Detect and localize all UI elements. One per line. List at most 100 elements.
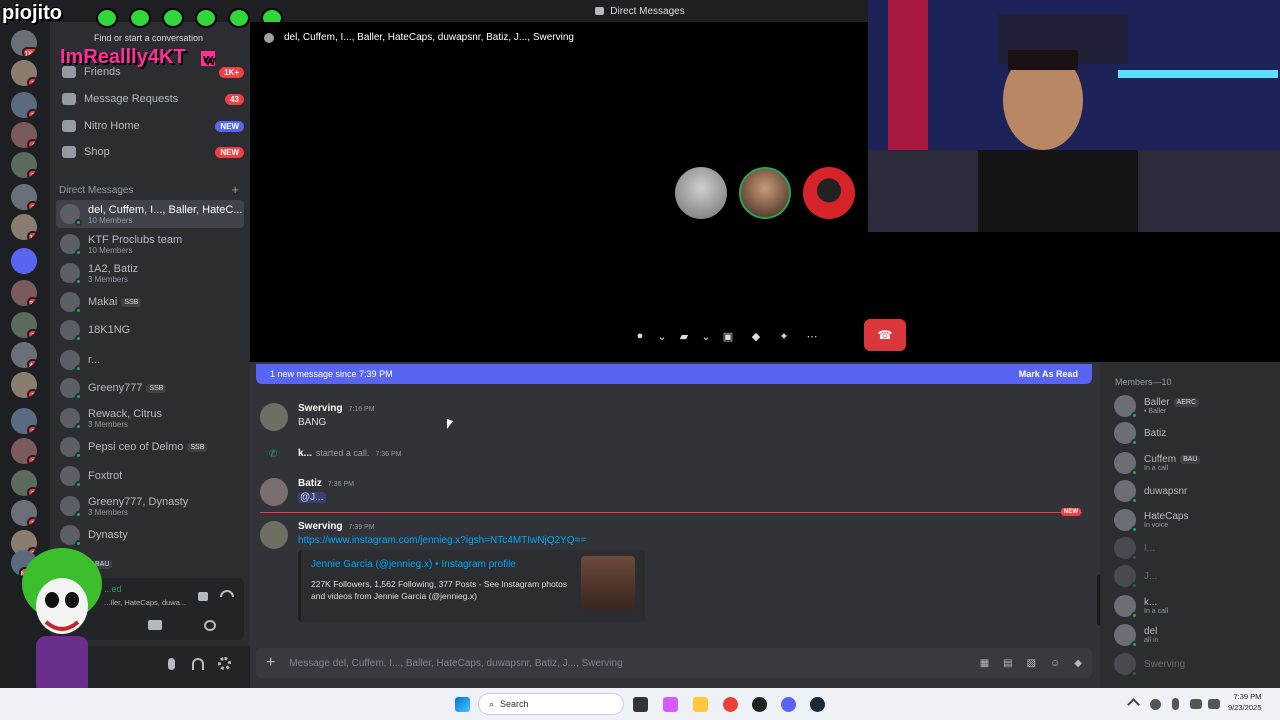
dm-item[interactable]: Greeny777 SSB	[56, 374, 244, 402]
end-call-button[interactable]: ☎	[864, 319, 906, 351]
task-view-icon[interactable]	[633, 697, 648, 712]
discord-taskbar-icon[interactable]	[781, 697, 796, 712]
camera-off-icon[interactable]: ▰	[670, 322, 698, 350]
member-item[interactable]: Cuffem BAU In a call	[1114, 450, 1274, 476]
embed-title-link[interactable]: Jennie Garcia (@jennieg.x) • Instagram p…	[311, 559, 516, 570]
dm-item[interactable]: del, Cuffem, I..., Baller, HateC... 10 Me…	[56, 200, 244, 228]
server-icon[interactable]: 1	[11, 60, 37, 86]
member-item[interactable]: duwapsnr	[1114, 478, 1274, 504]
apps-icon[interactable]: ◆	[1074, 658, 1082, 669]
headphones-icon[interactable]	[192, 658, 204, 670]
server-icon[interactable]: 7	[11, 312, 37, 338]
member-item[interactable]: HateCaps In voice	[1114, 507, 1274, 533]
noise-suppression-icon[interactable]	[198, 592, 208, 601]
server-icon[interactable]: 4	[11, 122, 37, 148]
sticker-icon[interactable]: ▧	[1027, 658, 1036, 669]
member-item[interactable]: del all in	[1114, 622, 1274, 648]
microphone-toggle-icon[interactable]: ●	[626, 322, 654, 350]
nav-message-requests[interactable]: Message Requests 43	[58, 87, 244, 111]
dm-item[interactable]: KTF Proclubs team 10 Members	[56, 230, 244, 258]
server-icon[interactable]: 2	[11, 92, 37, 118]
member-item[interactable]: k... In a call	[1114, 593, 1274, 619]
message-author[interactable]: Swerving	[298, 403, 342, 414]
mention[interactable]: @J...	[298, 492, 326, 503]
disconnect-icon[interactable]	[220, 590, 234, 597]
member-item[interactable]: I...	[1114, 535, 1274, 561]
nav-nitro-home[interactable]: Nitro Home NEW	[58, 114, 244, 138]
server-icon[interactable]: 3	[11, 152, 37, 178]
dm-item[interactable]: Greeny777, Dynasty 3 Members	[56, 492, 244, 520]
server-icon[interactable]: 1	[11, 372, 37, 398]
dm-item[interactable]: Rewack, Citrus 3 Members	[56, 404, 244, 432]
tray-microphone-icon[interactable]	[1172, 698, 1179, 710]
avatar[interactable]	[260, 403, 288, 431]
dm-item[interactable]: Makai SSB	[56, 288, 244, 316]
server-icon[interactable]: 1	[11, 500, 37, 526]
gift-icon[interactable]: ▦	[980, 658, 989, 669]
member-item[interactable]: Batiz	[1114, 420, 1274, 446]
server-icon[interactable]: 11	[11, 214, 37, 240]
server-icon[interactable]: 1	[11, 408, 37, 434]
wifi-icon[interactable]	[1190, 699, 1202, 709]
avatar[interactable]	[260, 478, 288, 506]
member-item[interactable]: Baller AERC • Baller	[1114, 393, 1274, 419]
tray-icon[interactable]	[1150, 699, 1161, 710]
windows-start-icon[interactable]	[455, 697, 470, 712]
chevron-down-icon[interactable]: ⌄	[654, 322, 670, 350]
emoji-icon[interactable]: ☺	[1050, 658, 1060, 669]
taskbar-clock[interactable]: 7:39 PM 9/23/2025	[1228, 691, 1261, 713]
taskbar-search[interactable]: ⌕ Search	[478, 693, 624, 715]
server-icon[interactable]: 1	[11, 438, 37, 464]
participant-avatar[interactable]	[803, 167, 855, 219]
message-author[interactable]: k...	[298, 448, 312, 459]
dm-item[interactable]: 1A2, Batiz 3 Members	[56, 259, 244, 287]
member-item[interactable]: J...	[1114, 563, 1274, 589]
message-author[interactable]: Swerving	[298, 521, 342, 532]
chevron-down-icon[interactable]: ⌄	[698, 322, 714, 350]
avatar	[1114, 624, 1138, 648]
server-icon[interactable]: 39	[11, 280, 37, 306]
message-link[interactable]: https://www.instagram.com/jennieg.x?igsh…	[298, 535, 586, 546]
message-input[interactable]: Message del, Cuffem, I..., Baller, HateC…	[289, 658, 622, 669]
message-composer[interactable]: + Message del, Cuffem, I..., Baller, Hat…	[256, 648, 1092, 678]
embed-thumbnail[interactable]	[581, 556, 635, 610]
participant-avatar[interactable]	[675, 167, 727, 219]
server-icon[interactable]: 1K+	[11, 30, 37, 56]
microphone-icon[interactable]	[168, 658, 175, 670]
member-item[interactable]: Swerving	[1114, 651, 1274, 677]
member-name: HateCaps	[1144, 511, 1188, 522]
more-icon[interactable]: ⋯	[798, 322, 826, 350]
server-icon[interactable]	[11, 248, 37, 274]
server-icon[interactable]: 3	[11, 470, 37, 496]
file-explorer-icon[interactable]	[693, 697, 708, 712]
soundboard-icon[interactable]: ✦	[770, 322, 798, 350]
steam-icon[interactable]	[810, 697, 825, 712]
app-icon[interactable]	[752, 697, 767, 712]
dm-item[interactable]: Pepsi ceo of Delmo SSB	[56, 433, 244, 461]
avatar[interactable]	[260, 521, 288, 549]
dm-item[interactable]: Foxtrot	[56, 462, 244, 490]
activity-icon[interactable]	[148, 620, 162, 630]
participant-avatar-speaking[interactable]	[739, 167, 791, 219]
server-icon[interactable]: 2	[11, 184, 37, 210]
copilot-icon[interactable]	[663, 697, 678, 712]
gear-icon[interactable]	[218, 657, 231, 670]
find-conversation-button[interactable]: Find or start a conversation	[94, 33, 203, 43]
nav-shop[interactable]: Shop NEW	[58, 140, 244, 164]
screen-share-icon[interactable]: ▣	[714, 322, 742, 350]
volume-icon[interactable]	[1208, 699, 1220, 709]
dm-member-count: 3 Members	[88, 274, 129, 284]
chrome-icon[interactable]	[723, 697, 738, 712]
add-dm-button[interactable]: +	[231, 183, 239, 196]
add-attachment-icon[interactable]: +	[266, 654, 275, 672]
soundboard-icon[interactable]	[204, 620, 216, 631]
gif-icon[interactable]: ▤	[1003, 658, 1012, 669]
dm-item[interactable]: 18K1NG	[56, 316, 244, 344]
new-messages-banner[interactable]: 1 new message since 7:39 PM Mark As Read	[256, 364, 1092, 384]
message-author[interactable]: Batiz	[298, 478, 322, 489]
mark-as-read-button[interactable]: Mark As Read	[1019, 369, 1078, 379]
activity-icon[interactable]: ◆	[742, 322, 770, 350]
server-badge: 3	[27, 487, 37, 496]
server-icon[interactable]: 46	[11, 342, 37, 368]
dm-item[interactable]: r...	[56, 346, 244, 374]
